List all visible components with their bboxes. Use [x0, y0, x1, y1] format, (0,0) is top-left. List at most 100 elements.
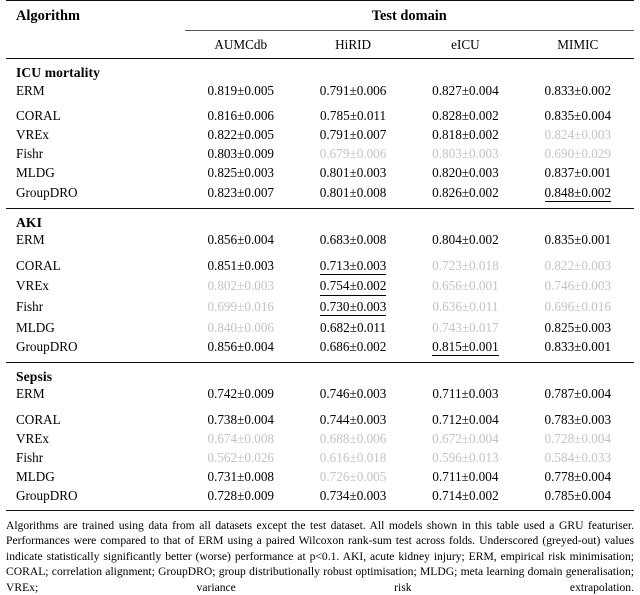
cell-fishr-hirid: 0.730±0.003	[297, 297, 409, 318]
cell-value: 0.856±0.004	[207, 338, 275, 354]
cell-mldg-eicu: 0.743±0.017	[409, 318, 521, 337]
section-header: ICU mortality	[6, 59, 634, 81]
table-row: Fishr 0.803±0.009 0.679±0.006 0.803±0.003 0.…	[6, 145, 634, 164]
cell-value: 0.778±0.004	[544, 469, 612, 485]
cell-value: 0.682±0.011	[320, 319, 387, 335]
cell-coral-hirid: 0.713±0.003	[297, 256, 409, 277]
cell-mldg-mimic: 0.778±0.004	[522, 468, 634, 487]
table-row: ERM 0.742±0.009 0.746±0.003 0.711±0.003 0.78…	[6, 385, 634, 404]
cell-fishr-aumcdb: 0.803±0.009	[185, 145, 297, 164]
cell-fishr-aumcdb: 0.699±0.016	[185, 297, 297, 318]
cell-coral-aumcdb: 0.851±0.003	[185, 256, 297, 277]
cell-value: 0.820±0.003	[432, 165, 499, 181]
cell-groupdro-eicu: 0.815±0.001	[409, 337, 521, 358]
table-row: VREx 0.802±0.003 0.754±0.002 0.656±0.001 0.7…	[6, 277, 634, 298]
cell-erm-aumcdb: 0.742±0.009	[185, 385, 297, 404]
cell-value: 0.822±0.005	[207, 127, 275, 143]
cell-erm-aumcdb: 0.856±0.004	[185, 231, 297, 250]
row-label-vrex: VREx	[16, 430, 49, 446]
cell-coral-mimic: 0.783±0.003	[522, 410, 634, 429]
cell-groupdro-aumcdb: 0.856±0.004	[185, 337, 297, 358]
cell-fishr-eicu: 0.636±0.011	[409, 297, 521, 318]
table-row: ERM 0.819±0.005 0.791±0.006 0.827±0.004 0.83…	[6, 81, 634, 100]
cell-coral-eicu: 0.828±0.002	[409, 106, 521, 125]
row-label-groupdro: GroupDRO	[16, 338, 78, 354]
row-label-mldg: MLDG	[16, 165, 55, 181]
cell-value: 0.835±0.004	[544, 107, 612, 123]
cell-value: 0.835±0.001	[544, 232, 612, 248]
cell-value: 0.803±0.003	[432, 146, 499, 162]
cell-value: 0.816±0.006	[207, 107, 275, 123]
cell-value: 0.730±0.003	[319, 299, 387, 317]
cell-value: 0.826±0.002	[432, 184, 499, 200]
column-group-header-test-domain: Test domain	[371, 8, 447, 24]
cell-value: 0.819±0.005	[207, 82, 275, 98]
cell-value: 0.584±0.033	[544, 450, 612, 465]
cell-erm-eicu: 0.827±0.004	[409, 81, 521, 100]
cell-value: 0.848±0.002	[544, 185, 612, 203]
cell-value: 0.713±0.003	[319, 258, 387, 275]
cell-vrex-aumcdb: 0.822±0.005	[185, 125, 297, 144]
cell-value: 0.672±0.004	[432, 430, 499, 446]
cell-value: 0.822±0.003	[544, 257, 612, 273]
cell-mldg-hirid: 0.726±0.005	[297, 468, 409, 487]
column-header-algorithm: Algorithm	[16, 8, 80, 24]
cell-value: 0.801±0.003	[319, 165, 387, 181]
cell-value: 0.818±0.002	[432, 127, 499, 143]
cell-value: 0.743±0.017	[432, 319, 499, 335]
section-title-sepsis: Sepsis	[16, 368, 53, 384]
cell-value: 0.690±0.029	[544, 146, 612, 162]
cell-value: 0.791±0.007	[319, 127, 387, 143]
cell-coral-hirid: 0.744±0.003	[297, 410, 409, 429]
cell-groupdro-eicu: 0.714±0.002	[409, 487, 521, 506]
cell-value: 0.712±0.004	[432, 411, 499, 427]
row-label-fishr: Fishr	[16, 450, 44, 465]
cell-value: 0.787±0.004	[544, 386, 612, 402]
cell-coral-eicu: 0.712±0.004	[409, 410, 521, 429]
row-label-coral: CORAL	[16, 257, 61, 273]
row-label-mldg: MLDG	[16, 469, 55, 485]
cell-value: 0.744±0.003	[319, 411, 387, 427]
header-spacer	[6, 31, 185, 59]
cell-value: 0.803±0.009	[207, 146, 275, 162]
cell-groupdro-mimic: 0.848±0.002	[522, 183, 634, 204]
table-row: Fishr 0.699±0.016 0.730±0.003 0.636±0.011 0.…	[6, 297, 634, 318]
cell-vrex-hirid: 0.754±0.002	[297, 277, 409, 298]
cell-mldg-eicu: 0.820±0.003	[409, 164, 521, 183]
cell-vrex-mimic: 0.728±0.004	[522, 429, 634, 448]
cell-value: 0.688±0.006	[319, 430, 387, 446]
cell-groupdro-hirid: 0.734±0.003	[297, 487, 409, 506]
table-row: VREx 0.674±0.008 0.688±0.006 0.672±0.004 0.7…	[6, 429, 634, 448]
cell-fishr-aumcdb: 0.562±0.026	[185, 448, 297, 467]
cell-value: 0.823±0.007	[207, 184, 275, 200]
cell-mldg-aumcdb: 0.825±0.003	[185, 164, 297, 183]
row-label-groupdro: GroupDRO	[16, 488, 78, 504]
cell-value: 0.791±0.006	[319, 82, 387, 98]
cell-value: 0.656±0.001	[432, 278, 499, 294]
cell-value: 0.785±0.011	[320, 107, 387, 123]
cell-value: 0.674±0.008	[207, 430, 275, 446]
section-title-icu-mortality: ICU mortality	[16, 65, 100, 81]
cell-value: 0.696±0.016	[544, 298, 612, 314]
header-row-domains: AUMCdb HiRID eICU MIMIC	[6, 31, 634, 59]
cell-erm-mimic: 0.835±0.001	[522, 231, 634, 250]
table-figure: Algorithm Test domain AUMCdb HiRID eICU MIMIC…	[0, 0, 640, 595]
cell-value: 0.699±0.016	[207, 298, 275, 314]
cell-erm-hirid: 0.791±0.006	[297, 81, 409, 100]
row-label-erm: ERM	[16, 82, 45, 98]
cell-value: 0.825±0.003	[544, 319, 612, 335]
cell-groupdro-hirid: 0.686±0.002	[297, 337, 409, 358]
table-row: CORAL 0.738±0.004 0.744±0.003 0.712±0.004 0.…	[6, 410, 634, 429]
section-header: Sepsis	[6, 363, 634, 385]
table-caption: Algorithms are trained using data from a…	[6, 518, 634, 594]
cell-coral-hirid: 0.785±0.011	[297, 106, 409, 125]
cell-value: 0.742±0.009	[207, 386, 275, 402]
table-row: GroupDRO 0.823±0.007 0.801±0.008 0.826±0.00…	[6, 183, 634, 204]
header-row-top: Algorithm Test domain	[6, 8, 634, 29]
cell-vrex-hirid: 0.791±0.007	[297, 125, 409, 144]
column-header-mimic: MIMIC	[557, 37, 599, 53]
cell-groupdro-mimic: 0.833±0.001	[522, 337, 634, 358]
cell-value: 0.746±0.003	[319, 386, 387, 402]
cell-vrex-mimic: 0.824±0.003	[522, 125, 634, 144]
cell-erm-eicu: 0.711±0.003	[409, 385, 521, 404]
